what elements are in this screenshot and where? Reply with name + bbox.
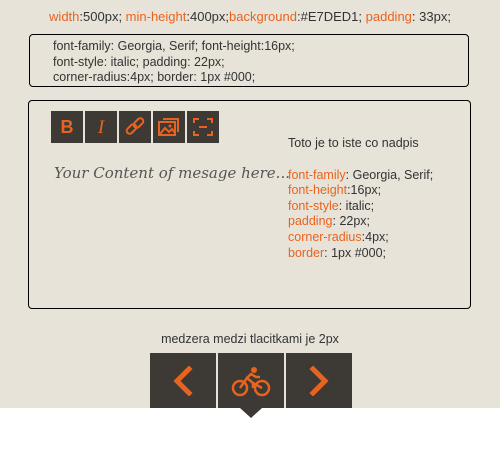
description-prop: border: 1px #000;: [288, 246, 433, 262]
spec-key: min-height: [125, 9, 187, 24]
bike-button[interactable]: [218, 353, 284, 418]
italic-button[interactable]: I: [85, 111, 117, 143]
description-prop: padding: 22px;: [288, 214, 433, 230]
image-button[interactable]: [153, 111, 185, 143]
spec-panel: width:500px; min-height:400px;background…: [0, 0, 500, 418]
description-prop: font-height:16px;: [288, 183, 433, 199]
bold-button[interactable]: B: [51, 111, 83, 143]
link-button[interactable]: [119, 111, 151, 143]
description-title: Toto je to iste co nadpis: [288, 136, 419, 150]
prop-value: :4px;: [361, 229, 389, 244]
style-spec-line: font-family: Georgia, Serif; font-height…: [53, 39, 295, 53]
nav-caption: medzera medzi tlacitkami je 2px: [161, 332, 339, 346]
prop-key: font-height: [288, 183, 348, 198]
prop-key: padding: [288, 214, 333, 229]
spec-value: :500px;: [79, 9, 126, 24]
prev-button[interactable]: [150, 353, 216, 408]
style-spec-line: font-style: italic; padding: 22px;: [53, 54, 225, 69]
prop-value: : 22px;: [332, 214, 371, 229]
description-prop: font-family: Georgia, Serif;: [288, 168, 433, 184]
next-button[interactable]: [286, 353, 352, 408]
italic-icon: I: [97, 117, 106, 137]
style-description: Toto je to iste co nadpis font-family: G…: [288, 136, 433, 261]
image-icon: [158, 118, 179, 136]
spec-key: width: [49, 9, 80, 24]
link-icon: [125, 117, 145, 135]
style-spec-line: corner-radius:4px; border: 1px #000;: [53, 70, 256, 84]
chevron-left-icon: [173, 365, 193, 396]
bold-icon: B: [61, 117, 74, 137]
chevron-right-icon: [309, 365, 329, 396]
prop-value: : Georgia, Serif;: [345, 167, 434, 182]
style-spec-box: font-family: Georgia, Serif; font-height…: [29, 34, 469, 87]
prop-value: : italic;: [338, 198, 375, 213]
editor-toolbar: B I: [51, 111, 219, 143]
prop-value: : 1px #000;: [324, 245, 386, 260]
spec-value: : 33px;: [411, 9, 451, 24]
svg-text:I: I: [97, 117, 106, 137]
fullscreen-button[interactable]: [187, 111, 219, 143]
nav-buttons: [150, 353, 352, 418]
prop-key: font-style: [288, 198, 339, 213]
prop-value: :16px;: [347, 183, 382, 198]
layout-spec-line: width:500px; min-height:400px;background…: [0, 9, 500, 25]
editor-box: B I Your Content of mesage here... Toto …: [28, 100, 471, 309]
fullscreen-icon: [193, 118, 213, 136]
spec-value: :#E7DED1;: [296, 9, 366, 24]
spec-key: padding: [365, 9, 412, 24]
spec-key: background: [229, 9, 297, 24]
bicycle-icon: [231, 366, 271, 396]
prop-key: border: [288, 245, 325, 260]
spec-value: :400px;: [186, 9, 230, 24]
prop-key: font-family: [288, 167, 346, 182]
svg-text:B: B: [61, 117, 74, 137]
prop-key: corner-radius: [288, 229, 362, 244]
description-prop: font-style: italic;: [288, 199, 433, 215]
editor-content[interactable]: Your Content of mesage here...: [54, 164, 290, 182]
description-prop: corner-radius:4px;: [288, 230, 433, 246]
